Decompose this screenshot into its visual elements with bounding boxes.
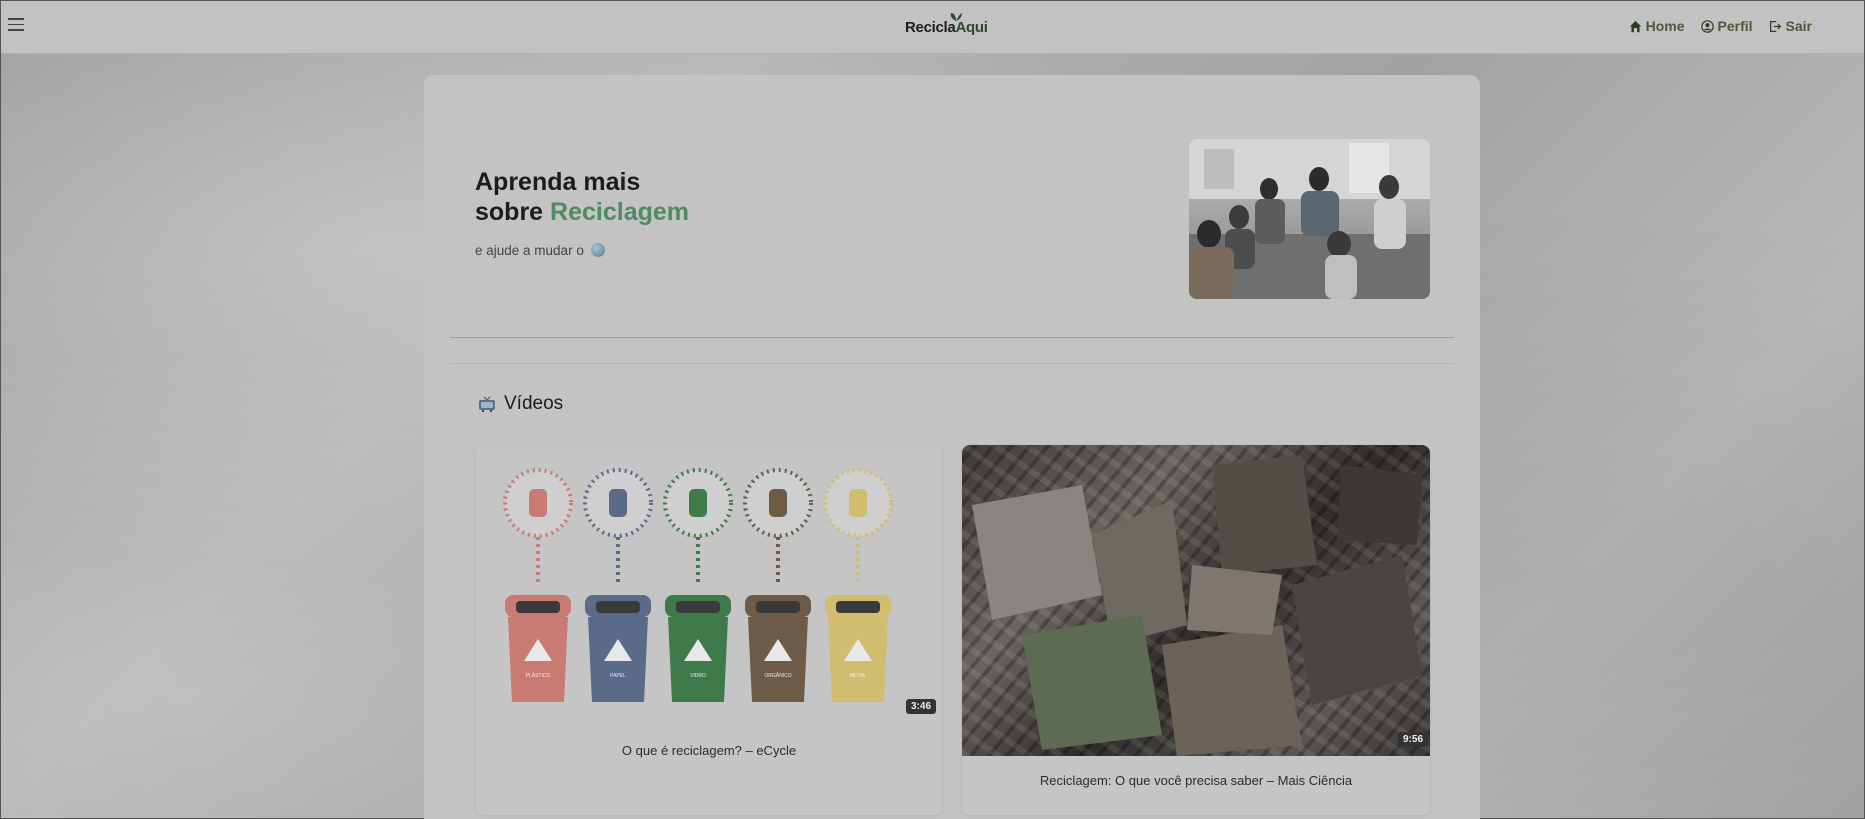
video-duration-badge: 3:46	[906, 699, 937, 714]
video-title: Reciclagem: O que você precisa saber – M…	[1039, 773, 1353, 788]
top-navbar: ReciclaAqui Home Perfil Sair	[1, 1, 1864, 54]
hamburger-icon[interactable]	[8, 18, 24, 32]
bin-label: PLÁSTICO	[526, 672, 551, 679]
nav-logout-label: Sair	[1785, 18, 1812, 34]
hero-title-highlight: Reciclagem	[550, 198, 689, 226]
videos-section-title: Vídeos	[478, 393, 563, 415]
nav-home-link[interactable]: Home	[1629, 18, 1685, 34]
nav-home-label: Home	[1645, 18, 1685, 34]
recycling-bin: PLÁSTICO	[503, 468, 573, 702]
hero-title-prefix: sobre	[475, 198, 551, 226]
bin-label: METAL	[850, 673, 867, 679]
video-thumbnail-recycling-bins: PLÁSTICO PAPEL VIDRO ORGÂNICO METAL	[503, 468, 893, 702]
home-icon	[1629, 20, 1641, 32]
brand-logo[interactable]: ReciclaAqui	[905, 13, 988, 36]
electronic-waste-illustration	[972, 455, 1422, 756]
nav-profile-label: Perfil	[1717, 18, 1753, 34]
brand-part1: Recicla	[905, 19, 956, 36]
section-divider	[450, 337, 1454, 338]
recycling-bin: PAPEL	[583, 468, 653, 702]
hero-subtitle-text: e ajude a mudar o	[475, 243, 584, 258]
video-title: O que é reciclagem? – eCycle	[621, 743, 797, 758]
hero-title: Aprenda mais sobre Reciclagem	[475, 167, 689, 227]
hero-title-line1: Aprenda mais	[475, 168, 641, 196]
leaf-icon	[950, 13, 962, 21]
user-circle-icon	[1700, 19, 1714, 33]
video-thumbnail-electronic-waste	[962, 445, 1430, 756]
globe-icon	[590, 243, 605, 257]
section-divider-secondary	[450, 363, 1454, 364]
main-nav: Home Perfil Sair	[1629, 18, 1812, 34]
bin-label: VIDRO	[690, 673, 706, 679]
nav-profile-link[interactable]: Perfil	[1700, 18, 1753, 34]
bin-label: PAPEL	[610, 673, 626, 679]
hero-photo	[1189, 139, 1430, 299]
meeting-photo-illustration	[1189, 139, 1430, 299]
content-card: Aprenda mais sobre Reciclagem e ajude a …	[424, 75, 1480, 819]
video-duration-badge: 9:56	[1398, 732, 1429, 747]
tv-icon	[479, 396, 495, 412]
logout-icon	[1769, 20, 1781, 32]
recycling-bin: VIDRO	[663, 468, 733, 702]
videos-section-label: Vídeos	[504, 393, 564, 414]
recycling-bin: METAL	[823, 468, 893, 702]
brand-part2: Aqui	[955, 19, 988, 36]
recycling-bin: ORGÂNICO	[743, 468, 813, 702]
video-card-mais-ciencia[interactable]: 9:56 Reciclagem: O que você precisa sabe…	[962, 445, 1430, 815]
video-card-ecycle[interactable]: PLÁSTICO PAPEL VIDRO ORGÂNICO METAL 3:46 O q…	[476, 445, 942, 815]
hero-subtitle: e ajude a mudar o	[475, 243, 605, 258]
nav-logout-link[interactable]: Sair	[1769, 18, 1812, 34]
bin-label: ORGÂNICO	[764, 672, 791, 679]
